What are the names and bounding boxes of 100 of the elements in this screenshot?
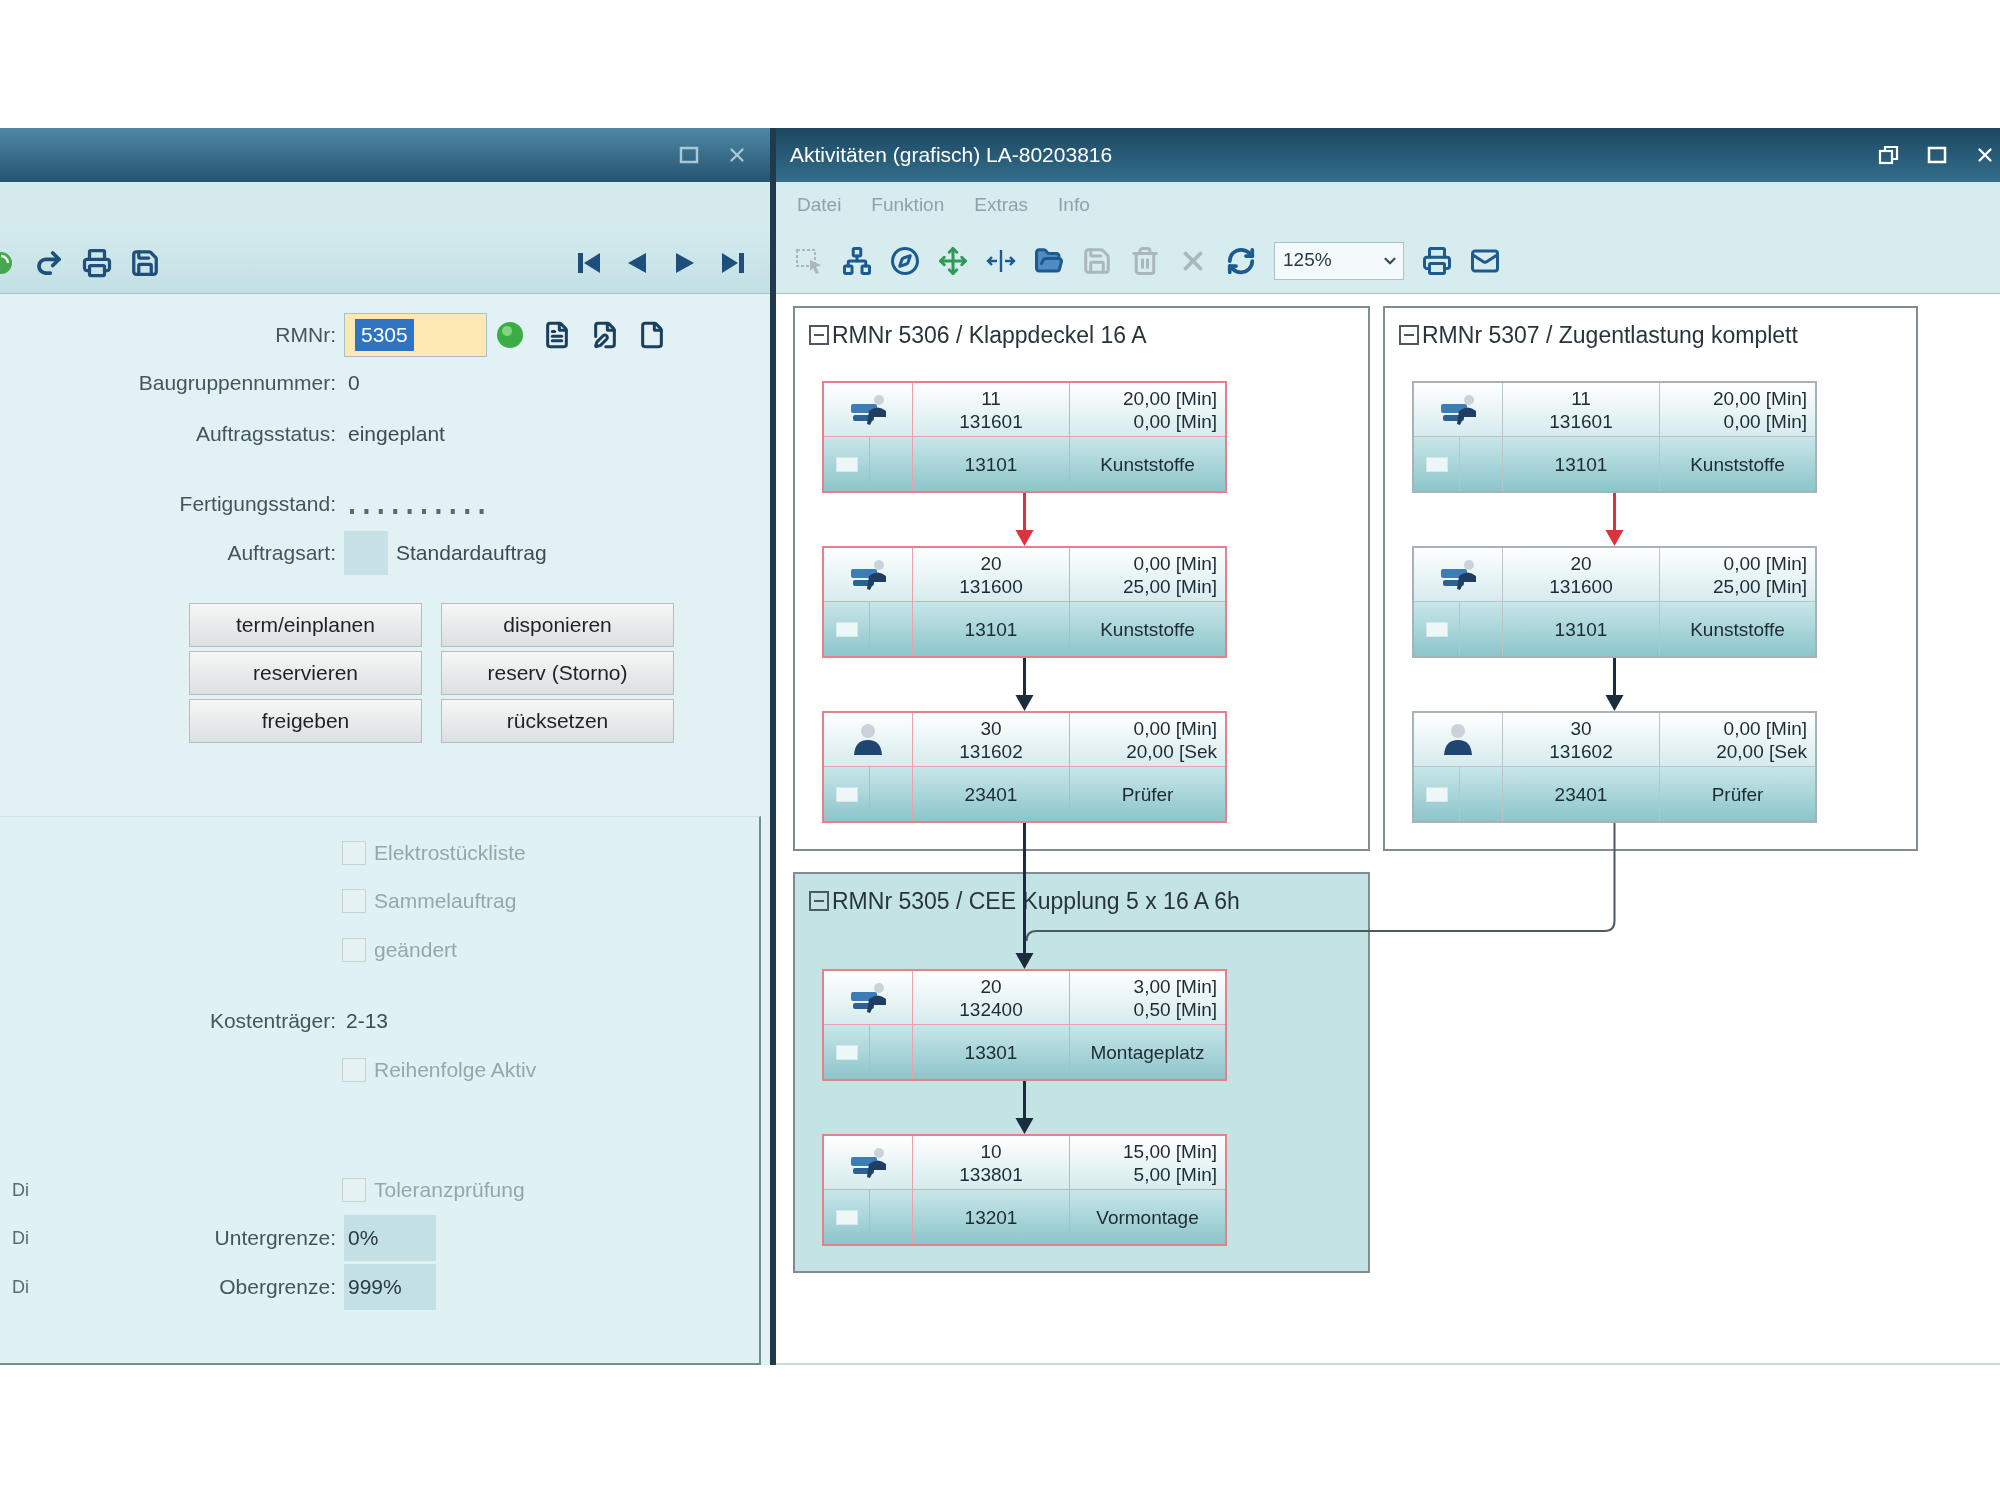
action-button[interactable]: term/einplanen: [189, 603, 422, 647]
restore-icon[interactable]: [1878, 144, 1900, 166]
activity-node[interactable]: 11 131601 20,00 [Min] 0,00 [Min] 13101 Kunststoffe: [1412, 381, 1817, 493]
run-time: 20,00 [Sek: [1716, 739, 1807, 763]
checkbox-label: geändert: [374, 937, 457, 964]
checkbox-label: Toleranzprüfung: [374, 1177, 525, 1204]
workstation-number: 13101: [1554, 617, 1608, 641]
activity-code: 131601: [1549, 409, 1613, 433]
setup-time: 0,00 [Min]: [1723, 716, 1807, 740]
run-time: 20,00 [Sek: [1126, 739, 1217, 763]
field-label: Baugruppennummer:: [137, 370, 336, 397]
setup-time: 0,00 [Min]: [1723, 551, 1807, 575]
file-icon[interactable]: [638, 321, 666, 349]
order-type-field[interactable]: [344, 531, 388, 575]
field-label: RMNr:: [274, 322, 336, 349]
workstation-name: Kunststoffe: [1690, 617, 1785, 641]
field-label: Untergrenze:: [214, 1225, 336, 1252]
activity-node[interactable]: 20 131600 0,00 [Min] 25,00 [Min] 13101 Kunststoffe: [822, 546, 1227, 658]
workstation-name: Vormontage: [1096, 1205, 1199, 1229]
activity-code: 131602: [959, 739, 1023, 763]
machine-icon: [1438, 557, 1478, 592]
activity-code: 131600: [959, 574, 1023, 598]
activity-code: 131600: [1549, 574, 1613, 598]
action-button[interactable]: reservieren: [189, 651, 422, 695]
small-square-icon: [835, 456, 858, 472]
small-square-icon: [835, 621, 858, 637]
action-button[interactable]: disponieren: [441, 603, 674, 647]
machine-icon: [848, 392, 888, 427]
workstation-number: 13101: [1554, 452, 1608, 476]
run-time: 0,00 [Min]: [1723, 409, 1807, 433]
small-square-icon: [1425, 456, 1448, 472]
activity-node[interactable]: 10 133801 15,00 [Min] 5,00 [Min] 13201 Vormontage: [822, 1134, 1227, 1246]
collapse-icon[interactable]: [809, 891, 829, 912]
operation-number: 20: [980, 551, 1002, 575]
collapse-icon[interactable]: [1399, 325, 1419, 346]
machine-icon: [848, 557, 888, 592]
setup-time: 3,00 [Min]: [1133, 974, 1217, 998]
action-button[interactable]: freigeben: [189, 699, 422, 743]
machine-icon: [848, 1145, 888, 1180]
operation-number: 11: [981, 386, 1001, 410]
field-value: 0: [348, 370, 360, 397]
collapse-icon[interactable]: [809, 325, 829, 346]
activity-node[interactable]: 20 131600 0,00 [Min] 25,00 [Min] 13101 Kunststoffe: [1412, 546, 1817, 658]
side-label: Di: [12, 1178, 29, 1202]
activity-node[interactable]: 30 131602 0,00 [Min] 20,00 [Sek 23401 Prüfer: [1412, 711, 1817, 823]
activity-node[interactable]: 30 131602 0,00 [Min] 20,00 [Sek 23401 Prüfer: [822, 711, 1227, 823]
status-dot-icon: [495, 320, 525, 350]
save-icon[interactable]: [130, 247, 160, 278]
record-number-field[interactable]: 5305: [344, 313, 487, 357]
refresh-icon[interactable]: [1226, 245, 1256, 276]
move-icon[interactable]: [938, 245, 968, 276]
input-field[interactable]: 0%: [344, 1215, 436, 1261]
setup-time: 0,00 [Min]: [1133, 551, 1217, 575]
checkbox-label: Reihenfolge Aktiv: [374, 1057, 537, 1084]
setup-time: 20,00 [Min]: [1123, 386, 1217, 410]
workstation-number: 13101: [964, 452, 1018, 476]
zoom-select[interactable]: 125%: [1274, 241, 1404, 280]
checkbox-label: Sammelauftrag: [374, 888, 517, 915]
group-title: RMNr 5306 / Klappdeckel 16 A: [832, 321, 1147, 350]
workstation-name: Montageplatz: [1090, 1040, 1205, 1064]
field-value: eingeplant: [348, 421, 445, 448]
workstation-name: Kunststoffe: [1100, 452, 1195, 476]
small-square-icon: [835, 786, 858, 802]
small-square-icon: [835, 1044, 858, 1060]
operation-number: 20: [1570, 551, 1592, 575]
activity-code: 133801: [959, 1162, 1023, 1186]
setup-time: 20,00 [Min]: [1713, 386, 1807, 410]
document-icon[interactable]: [543, 321, 571, 349]
workstation-name: Prüfer: [1711, 782, 1764, 806]
activity-code: 132400: [959, 997, 1023, 1021]
workstation-name: Kunststoffe: [1690, 452, 1785, 476]
window-title: Aktivitäten (grafisch) LA-80203816: [790, 142, 1113, 169]
printer-icon[interactable]: [82, 247, 112, 278]
printer-icon[interactable]: [1422, 245, 1452, 276]
network-icon[interactable]: [842, 245, 872, 276]
setup-time: 0,00 [Min]: [1133, 716, 1217, 740]
workstation-number: 13201: [964, 1205, 1018, 1229]
edit-document-icon[interactable]: [591, 321, 619, 349]
operation-number: 11: [1571, 386, 1591, 410]
workstation-name: Kunststoffe: [1100, 617, 1195, 641]
operation-number: 20: [980, 974, 1002, 998]
maximize-icon[interactable]: [678, 144, 700, 166]
input-field[interactable]: 999%: [344, 1264, 436, 1310]
action-button[interactable]: reserv (Storno): [441, 651, 674, 695]
field-label: Fertigungsstand:: [178, 491, 336, 518]
activity-node[interactable]: 20 132400 3,00 [Min] 0,50 [Min] 13301 Montageplatz: [822, 969, 1227, 1081]
workstation-number: 13101: [964, 617, 1018, 641]
workstation-number: 23401: [964, 782, 1018, 806]
run-time: 0,50 [Min]: [1133, 997, 1217, 1021]
maximize-icon[interactable]: [1926, 144, 1948, 166]
activity-code: 131602: [1549, 739, 1613, 763]
side-label: Di: [12, 1226, 29, 1250]
run-time: 25,00 [Min]: [1713, 574, 1807, 598]
compass-icon[interactable]: [890, 245, 920, 276]
activity-node[interactable]: 11 131601 20,00 [Min] 0,00 [Min] 13101 Kunststoffe: [822, 381, 1227, 493]
operation-number: 30: [1570, 716, 1592, 740]
action-button[interactable]: rücksetzen: [441, 699, 674, 743]
run-time: 5,00 [Min]: [1133, 1162, 1217, 1186]
field-label: Obergrenze:: [219, 1274, 336, 1301]
run-time: 0,00 [Min]: [1133, 409, 1217, 433]
